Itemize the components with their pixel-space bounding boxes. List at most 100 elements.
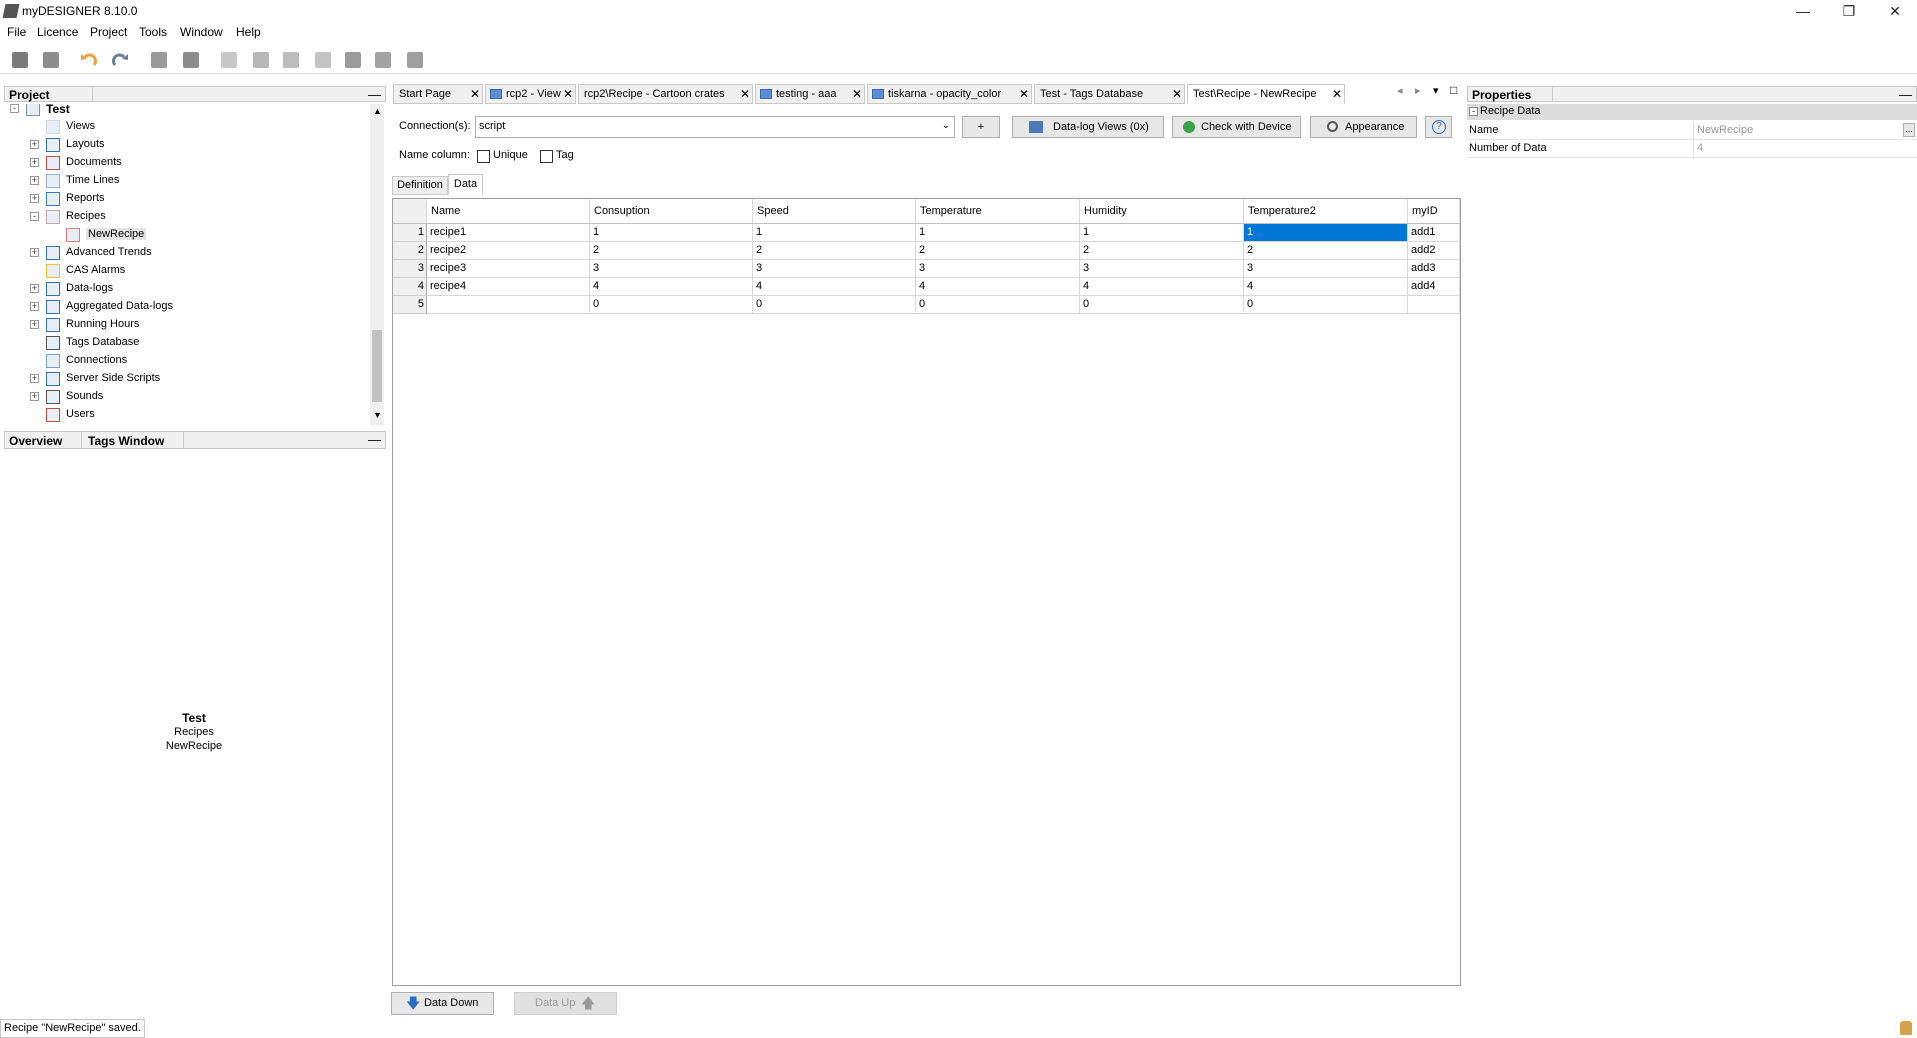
row-header[interactable]: 1 (393, 224, 427, 242)
table-cell[interactable]: add3 (1408, 260, 1460, 278)
tree-item-tags-database[interactable]: Tags Database (0, 334, 370, 352)
add-row-button[interactable] (250, 49, 272, 71)
collapse-icon[interactable]: - (10, 104, 19, 113)
tab-scroll-right-icon[interactable]: ▸ (1415, 84, 1421, 97)
tab-rcp2-view[interactable]: rcp2 - View ✕ (485, 84, 576, 104)
menu-tools[interactable]: Tools (139, 25, 167, 39)
copy-button[interactable] (280, 49, 302, 71)
tab-rcp2-recipe-cartoon-crates[interactable]: rcp2\Recipe - Cartoon crates ✕ (578, 84, 753, 104)
properties-panel-minimize-button[interactable]: — (1899, 87, 1912, 102)
tab-testing-aaa[interactable]: testing - aaa ✕ (755, 84, 865, 104)
table-cell[interactable]: 1 (1244, 224, 1408, 242)
close-tab-icon[interactable]: ✕ (470, 87, 480, 101)
tree-item-time-lines[interactable]: + Time Lines (0, 172, 370, 190)
tree-item-aggregated-data-logs[interactable]: + Aggregated Data-logs (0, 298, 370, 316)
table-cell[interactable]: 4 (590, 278, 753, 296)
project-panel-minimize-button[interactable]: — (368, 87, 381, 102)
expand-icon[interactable]: + (30, 320, 39, 329)
tree-item-data-logs[interactable]: + Data-logs (0, 280, 370, 298)
expand-icon[interactable]: + (30, 284, 39, 293)
table-cell[interactable]: 3 (590, 260, 753, 278)
column-header-name[interactable]: Name (427, 199, 590, 224)
save-button[interactable] (9, 49, 31, 71)
column-header-humidity[interactable]: Humidity (1080, 199, 1244, 224)
expand-icon[interactable]: + (30, 302, 39, 311)
data-up-button[interactable]: Data Up 🡅 (514, 992, 617, 1015)
unique-checkbox[interactable] (477, 150, 490, 163)
table-cell[interactable]: 4 (1244, 278, 1408, 296)
table-cell[interactable]: 0 (916, 296, 1080, 314)
table-cell[interactable]: 3 (1244, 260, 1408, 278)
tree-item-layouts[interactable]: + Layouts (0, 136, 370, 154)
collapse-icon[interactable]: - (30, 212, 39, 221)
minimize-window-button[interactable]: — (1780, 0, 1826, 22)
table-cell[interactable]: add4 (1408, 278, 1460, 296)
delete-button[interactable] (312, 49, 334, 71)
table-cell[interactable]: 2 (590, 242, 753, 260)
remove-item-button[interactable] (180, 49, 202, 71)
column-header-myid[interactable]: myID (1408, 199, 1460, 224)
column-header-consuption[interactable]: Consuption (590, 199, 753, 224)
table-cell[interactable]: 3 (916, 260, 1080, 278)
row-header[interactable]: 5 (393, 296, 427, 314)
expand-icon[interactable]: + (30, 374, 39, 383)
row-header[interactable]: 3 (393, 260, 427, 278)
recipe-data-section[interactable]: - Recipe Data (1467, 104, 1917, 120)
connection-select[interactable]: script ⌄ (475, 116, 955, 138)
expand-icon[interactable]: + (30, 176, 39, 185)
tab-tags-window[interactable]: Tags Window (88, 434, 164, 448)
tab-start-page[interactable]: Start Page ✕ (393, 84, 483, 104)
menu-window[interactable]: Window (180, 25, 223, 39)
tree-item-documents[interactable]: + Documents (0, 154, 370, 172)
close-tab-icon[interactable]: ✕ (852, 87, 862, 101)
tab-test-recipe-newrecipe[interactable]: Test\Recipe - NewRecipe ✕ (1187, 84, 1345, 104)
tag-checkbox[interactable] (540, 150, 553, 163)
close-window-button[interactable]: ✕ (1872, 0, 1917, 22)
table-cell[interactable]: add2 (1408, 242, 1460, 260)
data-down-button[interactable]: 🡇 Data Down (391, 992, 494, 1015)
table-cell[interactable]: recipe4 (427, 278, 590, 296)
maximize-window-button[interactable]: ❐ (1826, 0, 1872, 22)
add-connection-button[interactable]: + (962, 116, 1000, 138)
tree-item-recipes[interactable]: - Recipes (0, 208, 370, 226)
save-all-button[interactable] (40, 49, 62, 71)
table-cell[interactable]: 4 (753, 278, 916, 296)
table-cell[interactable]: recipe1 (427, 224, 590, 242)
tree-item-running-hours[interactable]: + Running Hours (0, 316, 370, 334)
menu-licence[interactable]: Licence (37, 25, 78, 39)
table-cell[interactable]: 2 (1080, 242, 1244, 260)
table-cell[interactable]: 1 (753, 224, 916, 242)
tab-data[interactable]: Data (448, 174, 483, 195)
close-tab-icon[interactable]: ✕ (740, 87, 750, 101)
table-cell[interactable]: 2 (916, 242, 1080, 260)
tree-item-cas-alarms[interactable]: CAS Alarms (0, 262, 370, 280)
row-header[interactable]: 4 (393, 278, 427, 296)
table-cell[interactable]: 0 (1244, 296, 1408, 314)
help-button[interactable]: ? (1425, 116, 1452, 138)
overview-panel-minimize-button[interactable]: — (368, 432, 381, 447)
close-tab-icon[interactable]: ✕ (1019, 87, 1029, 101)
column-header-speed[interactable]: Speed (753, 199, 916, 224)
expand-icon[interactable]: + (30, 194, 39, 203)
expand-icon[interactable]: + (30, 248, 39, 257)
tree-item-users[interactable]: Users (0, 406, 370, 424)
settings-button[interactable] (404, 49, 426, 71)
menu-file[interactable]: File (7, 25, 26, 39)
row-header[interactable]: 2 (393, 242, 427, 260)
tab-definition[interactable]: Definition (392, 176, 448, 195)
tree-item-sounds[interactable]: + Sounds (0, 388, 370, 406)
table-cell[interactable]: 3 (1080, 260, 1244, 278)
table-cell[interactable]: recipe2 (427, 242, 590, 260)
tree-item-test[interactable]: - Test (0, 104, 370, 118)
menu-project[interactable]: Project (90, 25, 127, 39)
column-header-temperature[interactable]: Temperature (916, 199, 1080, 224)
table-cell[interactable] (427, 296, 590, 314)
scroll-down-icon[interactable]: ▼ (373, 410, 382, 420)
tab-tiskarna-opacity-color[interactable]: tiskarna - opacity_color ✕ (867, 84, 1032, 104)
tab-overview[interactable]: Overview (9, 434, 62, 448)
table-cell[interactable]: 1 (590, 224, 753, 242)
table-cell[interactable]: 0 (753, 296, 916, 314)
scrollbar-thumb[interactable] (372, 330, 382, 402)
tree-item-reports[interactable]: + Reports (0, 190, 370, 208)
tab-test-tags-database[interactable]: Test - Tags Database ✕ (1034, 84, 1185, 104)
